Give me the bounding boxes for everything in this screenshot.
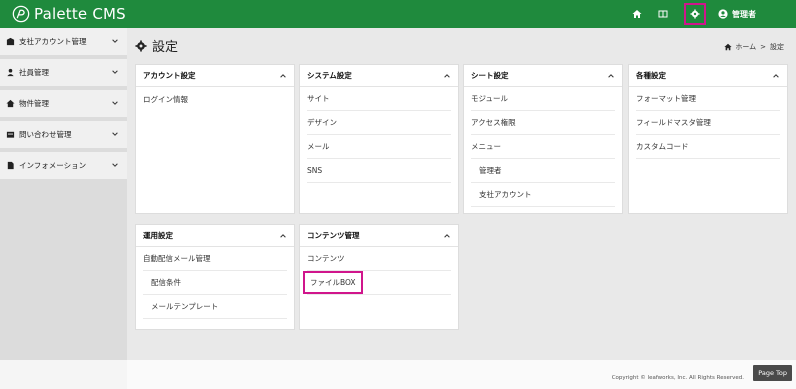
sidebar-item-inquiries[interactable]: 問い合わせ管理	[0, 121, 127, 148]
chevron-down-icon	[112, 39, 118, 43]
building-icon	[6, 37, 15, 46]
card-header[interactable]: 各種設定	[629, 65, 787, 87]
user-name: 管理者	[732, 9, 756, 19]
settings-button[interactable]	[684, 3, 706, 25]
link-file-box-row: ファイルBOX	[303, 271, 451, 295]
sidebar-item-label: 社員管理	[19, 68, 49, 77]
chevron-up-icon	[280, 233, 286, 238]
card-operation-settings: 運用設定 自動配信メール管理 配信条件 メールテンプレート	[135, 224, 295, 330]
link-menu-branch-account[interactable]: 支社アカウント	[471, 183, 615, 207]
chevron-up-icon	[773, 73, 779, 78]
top-bar: Palette CMS 管理者	[0, 0, 796, 28]
link-access-rights[interactable]: アクセス権限	[471, 111, 615, 135]
sidebar-footer	[0, 360, 127, 389]
link-contents[interactable]: コンテンツ	[307, 247, 451, 271]
card-title: システム設定	[307, 71, 352, 80]
user-menu[interactable]: 管理者	[718, 9, 756, 20]
sidebar: 支社アカウント管理 社員管理 物件管理 問い合わせ管理 インフォメーション	[0, 28, 127, 360]
link-format-management[interactable]: フォーマット管理	[636, 87, 780, 111]
logo-text: Palette CMS	[34, 5, 126, 23]
card-title: 各種設定	[636, 71, 666, 80]
logo[interactable]: Palette CMS	[12, 5, 126, 23]
card-header[interactable]: アカウント設定	[136, 65, 294, 87]
card-title: アカウント設定	[143, 71, 196, 80]
home-icon	[632, 10, 642, 18]
breadcrumb-current: 設定	[770, 43, 784, 51]
link-mail-template[interactable]: メールテンプレート	[143, 295, 287, 319]
person-icon	[7, 68, 14, 77]
link-module[interactable]: モジュール	[471, 87, 615, 111]
home-icon	[724, 43, 732, 51]
link-menu[interactable]: メニュー	[471, 135, 615, 159]
card-title: シート設定	[471, 71, 509, 80]
footer: Copyright © leafworks, Inc. All Rights R…	[127, 360, 796, 389]
link-mail[interactable]: メール	[307, 135, 451, 159]
sidebar-item-label: 問い合わせ管理	[19, 130, 72, 139]
palette-logo-icon	[12, 5, 30, 23]
sidebar-item-information[interactable]: インフォメーション	[0, 152, 127, 179]
sidebar-item-label: 支社アカウント管理	[19, 37, 87, 46]
link-design[interactable]: デザイン	[307, 111, 451, 135]
card-header[interactable]: 運用設定	[136, 225, 294, 247]
card-content-management: コンテンツ管理 コンテンツ ファイルBOX	[299, 224, 459, 330]
chevron-down-icon	[112, 70, 118, 74]
card-title: 運用設定	[143, 231, 173, 240]
header-actions: 管理者	[624, 0, 796, 28]
house-icon	[6, 99, 15, 108]
page-title: 設定	[152, 40, 179, 55]
chevron-up-icon	[444, 73, 450, 78]
card-sheet-settings: シート設定 モジュール アクセス権限 メニュー 管理者 支社アカウント	[463, 64, 623, 214]
copyright-text: Copyright © leafworks, Inc. All Rights R…	[611, 375, 744, 381]
inbox-icon	[6, 131, 15, 138]
sidebar-item-branch-accounts[interactable]: 支社アカウント管理	[0, 28, 127, 55]
page-header: 設定	[135, 36, 178, 55]
sidebar-item-label: インフォメーション	[19, 161, 87, 170]
breadcrumb-separator: >	[760, 43, 766, 51]
user-icon	[718, 9, 728, 19]
chevron-down-icon	[112, 132, 118, 136]
gear-icon	[690, 9, 700, 19]
link-menu-admin[interactable]: 管理者	[471, 159, 615, 183]
chevron-down-icon	[112, 101, 118, 105]
link-custom-code[interactable]: カスタムコード	[636, 135, 780, 159]
link-auto-mail[interactable]: 自動配信メール管理	[143, 247, 287, 271]
manual-button[interactable]	[652, 3, 674, 25]
card-header[interactable]: システム設定	[300, 65, 458, 87]
home-button[interactable]	[626, 3, 648, 25]
card-misc-settings: 各種設定 フォーマット管理 フィールドマスタ管理 カスタムコード	[628, 64, 788, 214]
breadcrumb-home[interactable]: ホーム	[735, 42, 756, 52]
link-file-box[interactable]: ファイルBOX	[303, 271, 363, 294]
chevron-down-icon	[112, 163, 118, 167]
link-site[interactable]: サイト	[307, 87, 451, 111]
chevron-up-icon	[280, 73, 286, 78]
breadcrumb: ホーム > 設定	[724, 42, 784, 52]
card-system-settings: システム設定 サイト デザイン メール SNS	[299, 64, 459, 214]
page-top-button[interactable]: Page Top	[753, 365, 792, 381]
card-account-settings: アカウント設定 ログイン情報	[135, 64, 295, 214]
link-delivery-conditions[interactable]: 配信条件	[143, 271, 287, 295]
chevron-up-icon	[444, 233, 450, 238]
sidebar-item-properties[interactable]: 物件管理	[0, 90, 127, 117]
link-login-info[interactable]: ログイン情報	[143, 87, 287, 111]
card-header[interactable]: コンテンツ管理	[300, 225, 458, 247]
document-icon	[7, 161, 14, 170]
card-title: コンテンツ管理	[307, 231, 360, 240]
book-icon	[658, 10, 668, 18]
link-field-master[interactable]: フィールドマスタ管理	[636, 111, 780, 135]
gear-icon	[135, 39, 147, 52]
main-content: 設定 ホーム > 設定 アカウント設定 ログイン情報 システム設定 サイト デザ…	[127, 28, 796, 360]
card-header[interactable]: シート設定	[464, 65, 622, 87]
sidebar-item-label: 物件管理	[19, 99, 49, 108]
sidebar-item-employees[interactable]: 社員管理	[0, 59, 127, 86]
chevron-up-icon	[608, 73, 614, 78]
link-sns[interactable]: SNS	[307, 159, 451, 183]
